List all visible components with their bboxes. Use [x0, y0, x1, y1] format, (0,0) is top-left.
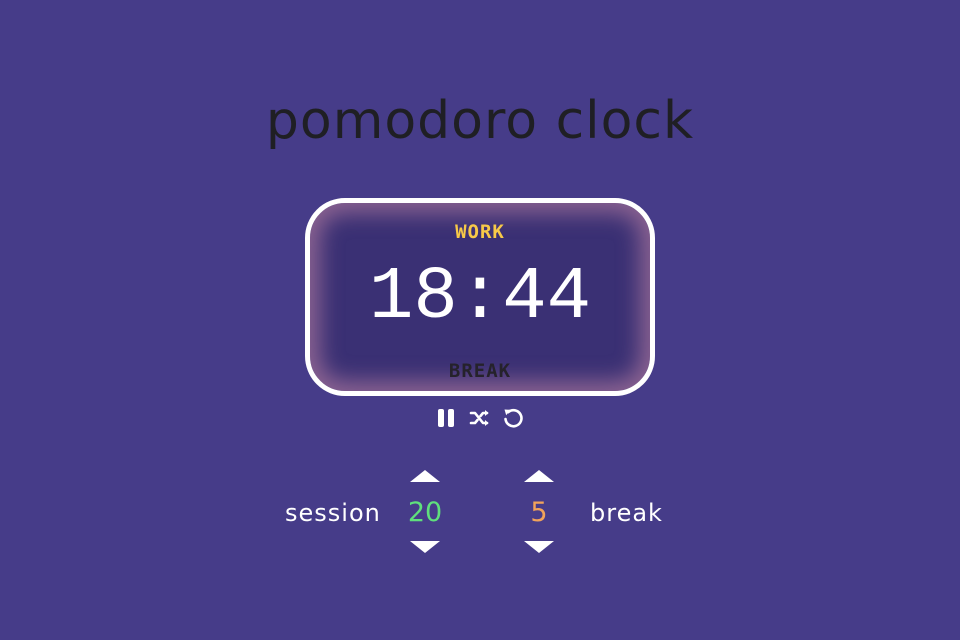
app-title: pomodoro clock — [265, 91, 695, 151]
timer-display: WORK 18:44 BREAK — [305, 198, 655, 396]
break-mode-label: BREAK — [448, 360, 512, 382]
timer-controls — [434, 406, 528, 430]
reset-button[interactable] — [501, 406, 525, 430]
pause-button[interactable] — [434, 406, 458, 430]
break-decrement-arrow[interactable] — [524, 541, 554, 553]
session-decrement-arrow[interactable] — [410, 541, 440, 553]
break-label: break — [590, 499, 663, 527]
session-increment-arrow[interactable] — [410, 470, 440, 482]
pomodoro-app: pomodoro clock WORK 18:44 BREAK session … — [0, 0, 960, 640]
break-length-value: 5 — [530, 497, 548, 528]
work-mode-label: WORK — [455, 221, 505, 243]
pause-icon — [438, 409, 454, 427]
break-increment-arrow[interactable] — [524, 470, 554, 482]
session-length-value: 20 — [407, 497, 443, 528]
shuffle-icon — [469, 410, 489, 426]
shuffle-button[interactable] — [468, 406, 492, 430]
reset-icon — [504, 408, 523, 428]
session-label: session — [285, 499, 381, 527]
timer-readout: 18:44 — [368, 256, 592, 340]
